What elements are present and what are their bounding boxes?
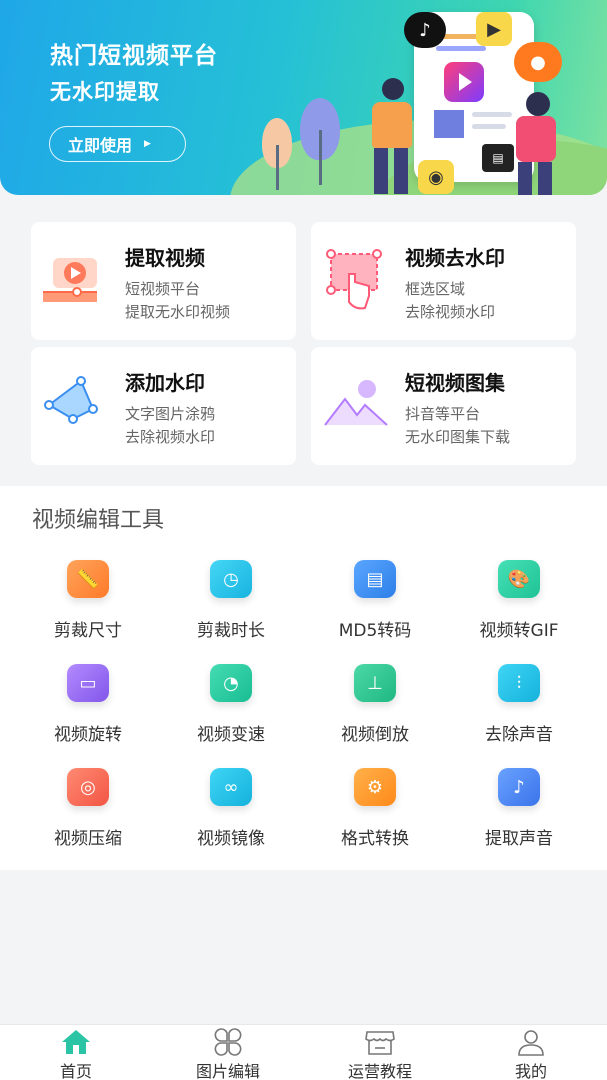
tool-label: MD5转码 — [338, 621, 412, 641]
soundwave-icon: ⫶ — [498, 664, 540, 702]
clock-icon: ◷ — [210, 560, 252, 598]
gear-icon: ⚙ — [354, 768, 396, 806]
card-desc-line2: 无水印图集下载 — [405, 428, 511, 446]
tool-label: 去除声音 — [485, 725, 553, 745]
scroll-icon: ▤ — [354, 560, 396, 598]
screen-icon: ▭ — [67, 664, 109, 702]
video-extract-icon — [43, 258, 97, 302]
tool-compress[interactable]: ◎ 视频压缩 — [23, 768, 153, 858]
tool-label: 视频旋转 — [54, 725, 122, 745]
feature-card-add-watermark[interactable]: 添加水印 文字图片涂鸦 去除视频水印 — [31, 347, 296, 465]
banner-title: 热门短视频平台 — [50, 43, 218, 69]
card-desc-line1: 框选区域 — [405, 280, 466, 298]
video-edit-tools-section: 视频编辑工具 📏 剪裁尺寸 ◷ 剪裁时长 ▤ MD5转码 🎨 视频转GIF ▭ … — [0, 486, 607, 870]
nav-item-tutorials[interactable]: 运营教程 — [304, 1025, 456, 1080]
card-desc-line2: 提取无水印视频 — [125, 303, 231, 321]
tool-reverse[interactable]: ⊥ 视频倒放 — [310, 664, 440, 754]
card-desc-line1: 抖音等平台 — [405, 405, 481, 423]
music-note-icon: ♪ — [498, 768, 540, 806]
compress-icon: ◎ — [67, 768, 109, 806]
card-desc-line2: 去除视频水印 — [405, 303, 496, 321]
nav-item-me[interactable]: 我的 — [455, 1025, 607, 1080]
card-title: 添加水印 — [125, 371, 205, 395]
tool-trim-duration[interactable]: ◷ 剪裁时长 — [166, 560, 296, 650]
nav-label: 图片编辑 — [195, 1062, 260, 1080]
mirror-circles-icon: ∞ — [210, 768, 252, 806]
tool-mirror[interactable]: ∞ 视频镜像 — [166, 768, 296, 858]
tool-crop-size[interactable]: 📏 剪裁尺寸 — [23, 560, 153, 650]
nav-item-home[interactable]: 首页 — [0, 1025, 152, 1080]
tool-label: 剪裁时长 — [197, 621, 265, 641]
feature-card-remove-watermark[interactable]: 视频去水印 框选区域 去除视频水印 — [311, 222, 576, 340]
tool-extract-audio[interactable]: ♪ 提取声音 — [454, 768, 584, 858]
nav-label: 首页 — [59, 1062, 92, 1080]
image-gallery-icon — [324, 380, 388, 426]
card-desc-line2: 去除视频水印 — [125, 428, 216, 446]
tool-rotate[interactable]: ▭ 视频旋转 — [23, 664, 153, 754]
four-petal-icon — [214, 1028, 242, 1056]
doodle-polygon-icon — [44, 376, 98, 424]
nav-label: 运营教程 — [347, 1062, 412, 1080]
use-now-label: 立即使用 — [68, 136, 133, 155]
feature-card-gallery[interactable]: 短视频图集 抖音等平台 无水印图集下载 — [311, 347, 576, 465]
card-desc-line1: 文字图片涂鸦 — [125, 405, 216, 423]
tool-video-to-gif[interactable]: 🎨 视频转GIF — [454, 560, 584, 650]
tool-speed[interactable]: ◔ 视频变速 — [166, 664, 296, 754]
select-area-hand-icon — [326, 249, 382, 310]
tool-remove-audio[interactable]: ⫶ 去除声音 — [454, 664, 584, 754]
tool-label: 剪裁尺寸 — [54, 621, 122, 641]
tool-label: 视频倒放 — [341, 725, 409, 745]
card-title: 提取视频 — [125, 246, 205, 270]
speedometer-icon: ◔ — [210, 664, 252, 702]
home-icon — [62, 1030, 90, 1054]
tool-label: 视频变速 — [197, 725, 265, 745]
arrow-right-icon: ▶ — [144, 139, 151, 149]
bottom-nav: 首页 图片编辑 运营教程 我的 — [0, 1024, 607, 1080]
tool-label: 视频压缩 — [54, 829, 122, 849]
stamp-icon: ⊥ — [354, 664, 396, 702]
card-desc-line1: 短视频平台 — [125, 280, 201, 298]
promo-banner[interactable]: ♪ ▶ ● ◉ ▤ 热门短视频平台 无水印提取 立即使用 ▶ — [0, 0, 607, 195]
tool-label: 视频镜像 — [197, 829, 265, 849]
card-title: 短视频图集 — [405, 371, 505, 395]
palette-icon: 🎨 — [498, 560, 540, 598]
tool-format-convert[interactable]: ⚙ 格式转换 — [310, 768, 440, 858]
tiktok-icon: ♪ — [404, 12, 446, 48]
card-title: 视频去水印 — [405, 246, 505, 270]
nav-item-image-edit[interactable]: 图片编辑 — [152, 1025, 304, 1080]
ruler-icon: 📏 — [67, 560, 109, 598]
use-now-button[interactable]: 立即使用 ▶ — [49, 126, 186, 162]
section-title: 视频编辑工具 — [32, 508, 165, 533]
tool-label: 格式转换 — [341, 829, 409, 849]
clapper-icon: ▤ — [482, 144, 514, 172]
kuaishou-icon: ● — [514, 42, 562, 82]
banner-subtitle: 无水印提取 — [50, 80, 160, 104]
tool-md5[interactable]: ▤ MD5转码 — [310, 560, 440, 650]
nav-label: 我的 — [514, 1062, 547, 1080]
camera-icon: ◉ — [418, 160, 454, 194]
user-icon — [518, 1030, 544, 1056]
play-badge-icon: ▶ — [476, 12, 512, 46]
store-icon — [365, 1031, 395, 1055]
tool-label: 提取声音 — [485, 829, 553, 849]
tool-label: 视频转GIF — [479, 621, 559, 641]
feature-card-extract-video[interactable]: 提取视频 短视频平台 提取无水印视频 — [31, 222, 296, 340]
